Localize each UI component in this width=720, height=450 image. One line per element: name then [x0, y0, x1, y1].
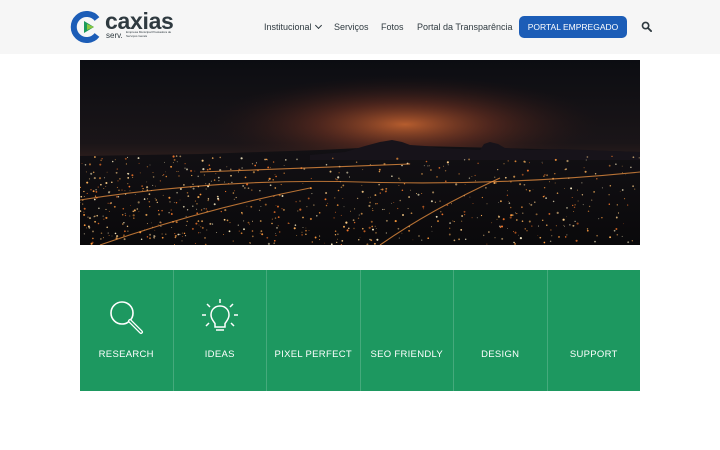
caxias-logo-mark-icon — [70, 11, 100, 43]
nav-label: Institucional — [264, 22, 312, 32]
magnifier-icon — [110, 301, 144, 334]
feature-pixel-perfect[interactable]: PIXEL PERFECT — [267, 270, 361, 391]
nav-item-fotos[interactable]: Fotos — [381, 20, 404, 34]
chevron-down-icon — [314, 21, 322, 30]
feature-label: RESEARCH — [98, 349, 154, 360]
features-strip: RESEARCH IDEAS PIXEL PERFECT SEO FRIENDL… — [80, 270, 640, 391]
nav-item-servicos[interactable]: Serviços — [334, 20, 369, 34]
logo-serv: serv. — [106, 31, 123, 40]
site-header: caxias serv. Empresa Municipal Prestador… — [0, 0, 720, 54]
feature-design[interactable]: DESIGN — [454, 270, 548, 391]
hero-image — [80, 60, 640, 245]
feature-ideas[interactable]: IDEAS — [174, 270, 267, 391]
feature-label: SUPPORT — [569, 349, 618, 360]
nav-item-transparencia[interactable]: Portal da Transparência — [417, 20, 513, 34]
lightbulb-icon — [201, 299, 238, 331]
feature-research[interactable]: RESEARCH — [80, 270, 174, 391]
feature-label: PIXEL PERFECT — [274, 349, 352, 360]
portal-empregado-button[interactable]: PORTAL EMPREGADO — [519, 16, 627, 38]
city-night-panorama — [80, 60, 640, 245]
site-logo[interactable]: caxias serv. Empresa Municipal Prestador… — [70, 8, 174, 43]
feature-label: SEO FRIENDLY — [370, 349, 444, 360]
logo-tagline: Empresa Municipal Prestadora de Serviços… — [126, 30, 172, 38]
search-icon[interactable] — [641, 21, 652, 32]
feature-label: IDEAS — [204, 349, 235, 360]
feature-label: DESIGN — [481, 349, 520, 360]
feature-seo-friendly[interactable]: SEO FRIENDLY — [361, 270, 454, 391]
feature-support[interactable]: SUPPORT — [548, 270, 641, 391]
nav-item-institucional[interactable]: Institucional — [264, 20, 322, 34]
